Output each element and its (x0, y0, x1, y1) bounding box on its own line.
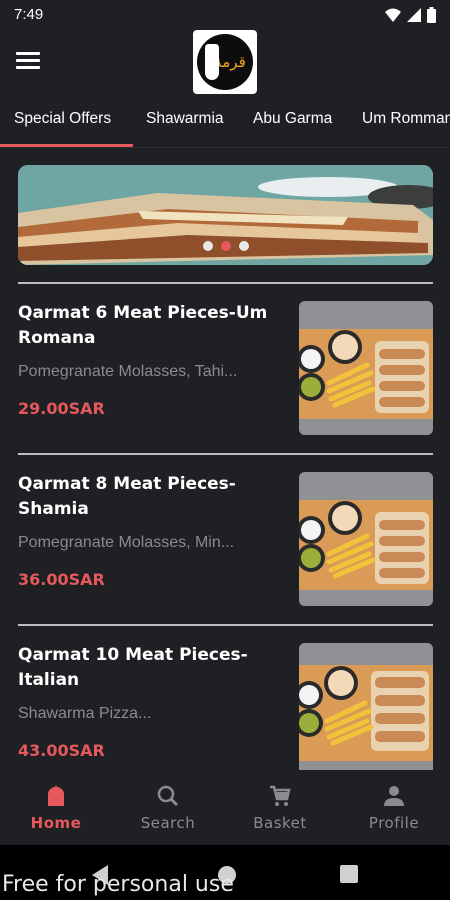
battery-icon (427, 7, 436, 23)
status-bar: 7:49 (0, 0, 450, 30)
nav-search[interactable]: Search (112, 784, 224, 832)
system-nav-bar (0, 845, 450, 900)
wifi-icon (385, 8, 401, 22)
divider (18, 453, 433, 455)
home-circle-icon[interactable] (217, 865, 237, 885)
banner-pagination (18, 241, 433, 251)
product-image (299, 643, 433, 777)
cart-icon (270, 785, 291, 806)
tab-um-romman[interactable]: Um Romman (362, 110, 450, 128)
product-name: Qarmat 8 Meat Pieces-Shamia (18, 474, 236, 519)
nav-home[interactable]: Home (0, 784, 112, 832)
status-time: 7:49 (14, 6, 44, 23)
product-price: 43.00SAR (18, 741, 105, 760)
category-tabs: Special Offers Shawarmia Abu Garma Um Ro… (0, 100, 450, 148)
nav-home-label: Home (30, 814, 82, 832)
banner-dot-3[interactable] (238, 241, 249, 251)
person-icon (384, 786, 404, 806)
divider (18, 282, 433, 284)
recents-icon[interactable] (340, 865, 358, 883)
menu-icon[interactable] (16, 52, 40, 70)
tab-special-offers[interactable]: Special Offers (14, 110, 111, 128)
product-name: Qarmat 10 Meat Pieces-Italian (18, 645, 248, 690)
tabs-divider (0, 147, 450, 148)
product-price: 29.00SAR (18, 399, 105, 418)
product-description: Shawarma Pizza... (18, 705, 152, 722)
product-card[interactable]: Qarmat 8 Meat Pieces-Shamia Pomegranate … (18, 472, 433, 617)
back-icon[interactable] (92, 865, 110, 885)
product-card[interactable]: Qarmat 10 Meat Pieces-Italian Shawarma P… (18, 643, 433, 788)
search-icon (157, 785, 179, 807)
promo-banner[interactable] (18, 165, 433, 265)
product-card[interactable]: Qarmat 6 Meat Pieces-Um Romana Pomegrana… (18, 301, 433, 446)
nav-basket[interactable]: Basket (224, 784, 336, 832)
bottom-navigation: Home Search Basket Profile (0, 770, 450, 845)
app-header: قرمة (0, 30, 450, 100)
tab-abu-garma[interactable]: Abu Garma (253, 110, 332, 128)
nav-search-label: Search (140, 814, 196, 832)
product-description: Pomegranate Molasses, Min... (18, 534, 235, 551)
nav-profile[interactable]: Profile (338, 784, 450, 832)
product-image (299, 301, 433, 435)
product-price: 36.00SAR (18, 570, 105, 589)
divider (18, 624, 433, 626)
nav-profile-label: Profile (368, 814, 420, 832)
tab-shawarmia[interactable]: Shawarmia (146, 110, 224, 128)
status-icons (385, 7, 436, 23)
banner-dot-2[interactable] (220, 241, 231, 251)
brand-logo: قرمة (193, 30, 257, 94)
product-description: Pomegranate Molasses, Tahi... (18, 363, 238, 380)
nav-basket-label: Basket (253, 814, 307, 832)
product-name: Qarmat 6 Meat Pieces-Um Romana (18, 303, 268, 348)
home-icon (48, 786, 64, 806)
product-image (299, 472, 433, 606)
banner-dot-1[interactable] (202, 241, 213, 251)
signal-icon (407, 8, 421, 22)
